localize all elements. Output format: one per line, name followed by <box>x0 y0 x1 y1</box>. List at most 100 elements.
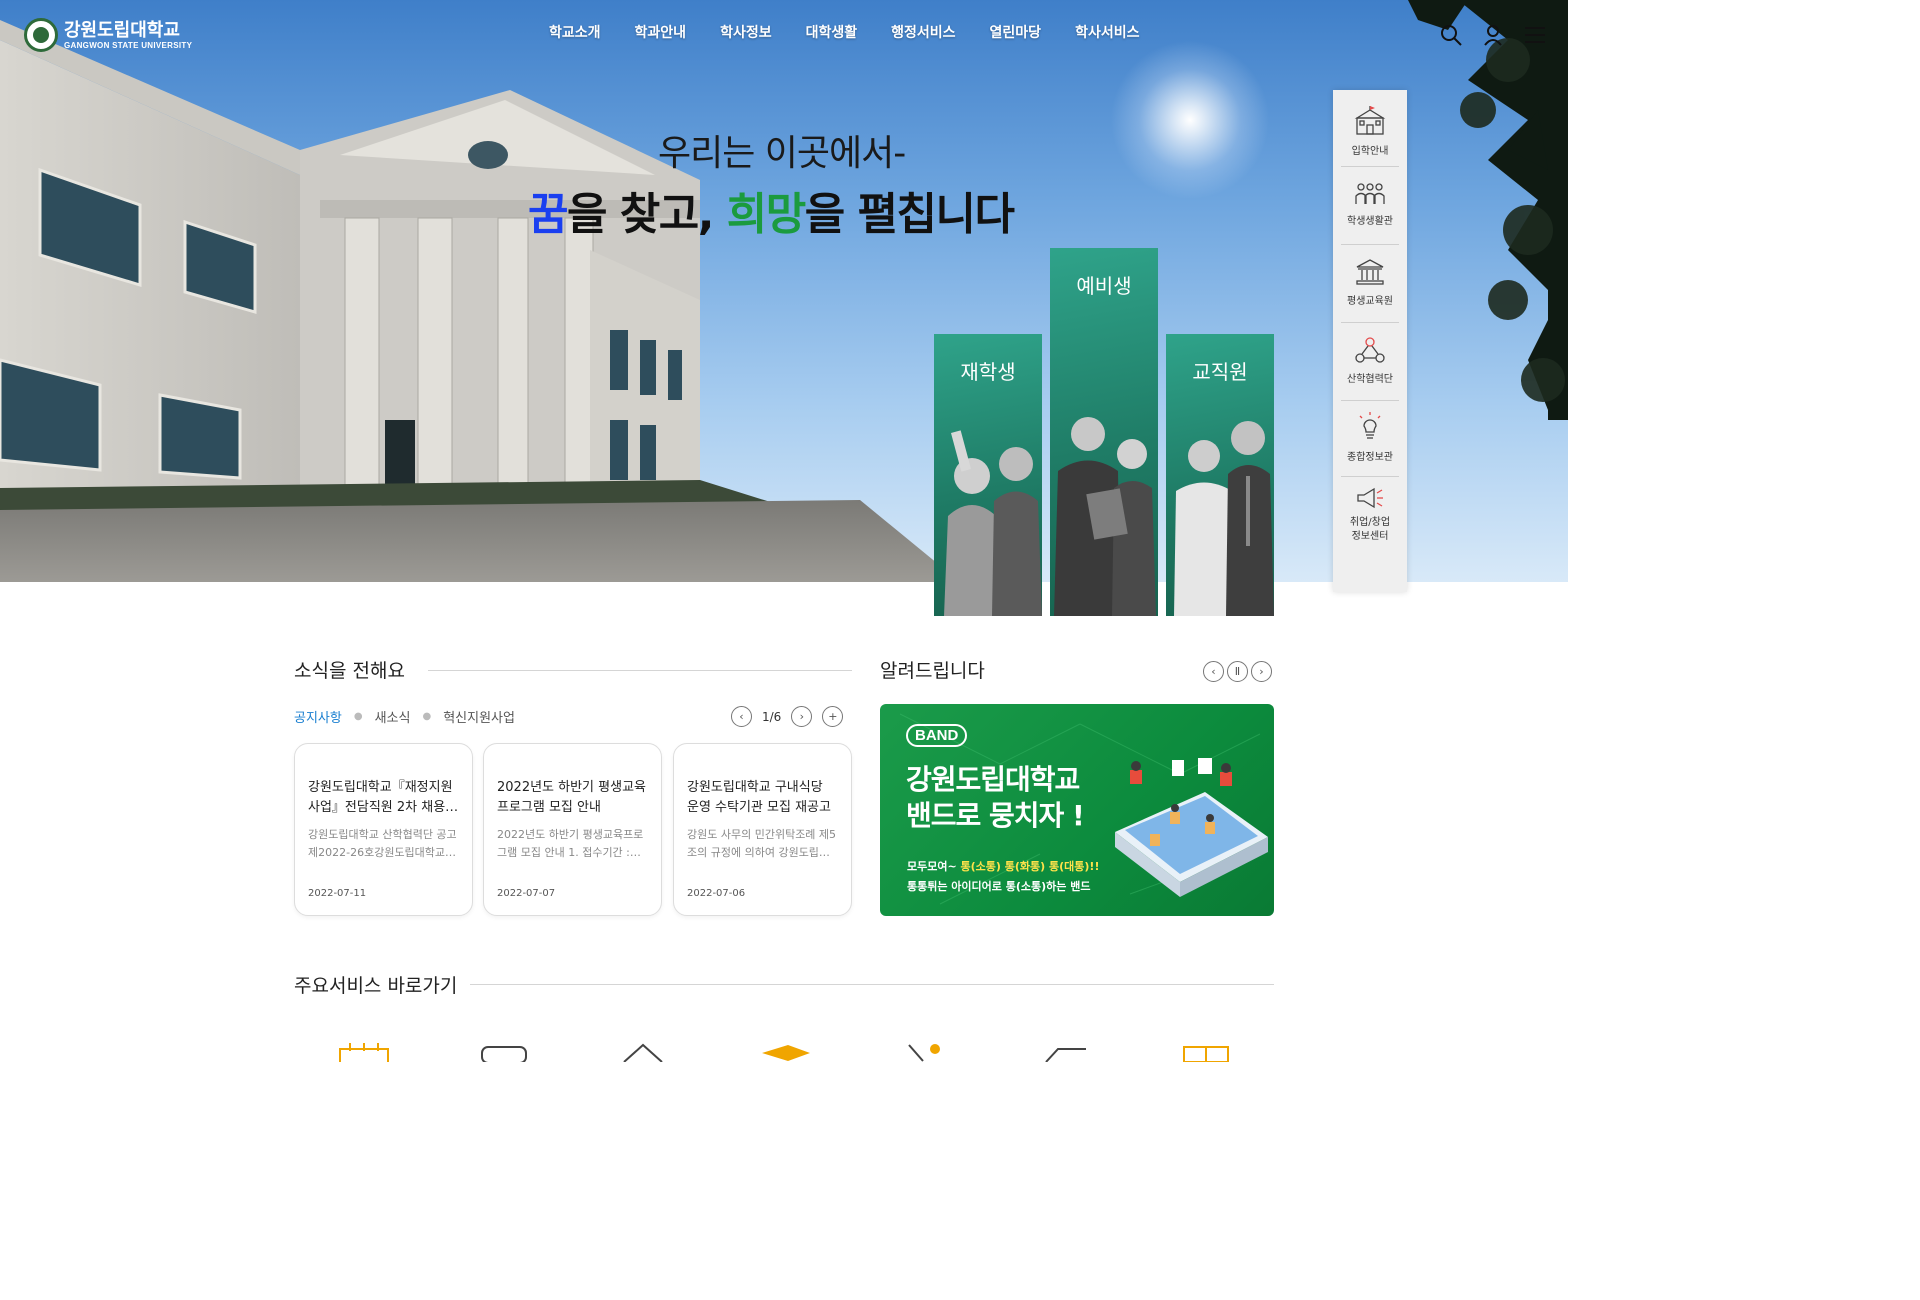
tab-notices[interactable]: 공지사항 <box>294 707 342 726</box>
slogan-keyword-hope: 희망 <box>726 189 806 240</box>
news-card-date: 2022-07-11 <box>308 888 367 899</box>
news-card-title: 2022년도 하반기 평생교육 프로그램 모집 안내 <box>497 780 646 815</box>
hero-slogan-line2: 꿈을 찾고, 희망을 펼칩니다 <box>528 178 1015 242</box>
service-icon-tools[interactable] <box>905 1043 945 1062</box>
banner-controls: ‹ Ⅱ › <box>1203 661 1272 682</box>
quick-label: 입학안내 <box>1351 146 1389 157</box>
divider <box>428 670 852 671</box>
tab-separator-dot: ● <box>353 711 363 722</box>
nav-item-open-forum[interactable]: 열린마당 <box>973 22 1059 42</box>
band-headline-line1: 강원도립대학교 <box>906 763 1080 796</box>
divider <box>1341 322 1399 323</box>
menu-icon[interactable] <box>1524 24 1546 46</box>
divider <box>1341 244 1399 245</box>
band-promo-banner[interactable]: BAND 강원도립대학교 밴드로 뭉치자 ! 모두모여~ 통(소통) 통(화통)… <box>880 704 1274 916</box>
tab-news[interactable]: 새소식 <box>375 707 411 726</box>
persona-faculty-staff[interactable]: 교직원 <box>1166 334 1274 616</box>
service-icon-tag[interactable] <box>1044 1043 1088 1062</box>
chevron-left-icon: ‹ <box>739 710 744 723</box>
network-icon <box>1355 337 1385 363</box>
band-headline: 강원도립대학교 밴드로 뭉치자 ! <box>906 762 1085 834</box>
banner-pause-button[interactable]: Ⅱ <box>1227 661 1248 682</box>
news-card-summary: 강원도립대학교 산학협력단 공고 제2022-26호강원도립대학교… <box>308 828 457 859</box>
logo-text-korean: 강원도립대학교 <box>64 19 180 41</box>
chevron-right-icon: › <box>799 710 805 723</box>
search-icon[interactable] <box>1440 24 1462 46</box>
news-card[interactable]: 강원도립대학교『재정지원사업』전담직원 2차 채용… 강원도립대학교 산학협력단… <box>294 743 473 916</box>
more-button[interactable]: + <box>822 706 844 727</box>
service-icon-graduation-cap[interactable] <box>760 1043 812 1062</box>
quick-label: 평생교육원 <box>1347 296 1393 307</box>
campus-building-image <box>0 20 960 582</box>
divider <box>1341 166 1399 167</box>
service-icon-book[interactable] <box>1182 1043 1230 1062</box>
band-headline-line2: 밴드로 뭉치자 ! <box>906 799 1085 832</box>
quick-label: 정보센터 <box>1351 531 1389 542</box>
news-card[interactable]: 강원도립대학교 구내식당 운영 수탁기관 모집 재공고(… 강원도 사무의 민간… <box>673 743 852 916</box>
lightbulb-icon <box>1359 412 1381 439</box>
slogan-part2: 을 펼칩니다 <box>804 189 1015 240</box>
band-subtext-2: 통통튀는 아이디어로 통(소통)하는 밴드 <box>907 880 1091 893</box>
next-button[interactable]: › <box>791 706 813 727</box>
nav-item-academic-info[interactable]: 학사정보 <box>703 22 789 42</box>
utility-menu <box>1440 24 1546 46</box>
news-card-date: 2022-07-06 <box>687 888 746 899</box>
banner-next-button[interactable]: › <box>1251 661 1272 682</box>
slogan-part1: 을 찾고, <box>566 189 727 240</box>
nav-item-campus-life[interactable]: 대학생활 <box>789 22 875 42</box>
tab-separator-dot: ● <box>422 711 432 722</box>
persona-prospective-students[interactable]: 예비생 <box>1050 248 1158 616</box>
quick-information-center[interactable]: 종합정보관 <box>1339 412 1401 463</box>
slogan-keyword-dream: 꿈 <box>528 189 568 240</box>
quick-label: 종합정보관 <box>1347 452 1393 463</box>
user-icon[interactable] <box>1482 24 1504 46</box>
news-card-summary: 2022년도 하반기 평생교육프로그램 모집 안내 1. 접수기간 :… <box>497 828 644 859</box>
prospective-students-photo <box>1054 417 1156 616</box>
service-icon-bus[interactable] <box>480 1043 528 1062</box>
nav-item-admin-services[interactable]: 행정서비스 <box>874 22 972 42</box>
news-tabs: 공지사항 ● 새소식 ● 혁신지원사업 <box>294 707 515 726</box>
news-pagination: ‹ 1/6 › + <box>731 706 844 727</box>
services-section-title: 주요서비스 바로가기 <box>294 975 458 997</box>
divider <box>1341 476 1399 477</box>
quick-label: 학생생활관 <box>1347 216 1393 227</box>
staff-photo <box>1174 421 1274 616</box>
quick-dormitory[interactable]: 학생생활관 <box>1339 182 1401 227</box>
chevron-right-icon: › <box>1259 665 1264 678</box>
dormitory-icon <box>1355 183 1385 204</box>
news-card-date: 2022-07-07 <box>497 888 556 899</box>
service-icon-calendar[interactable] <box>338 1043 390 1062</box>
service-icon-home[interactable] <box>622 1043 664 1062</box>
nav-item-departments[interactable]: 학과안내 <box>618 22 704 42</box>
plus-icon: + <box>828 710 838 723</box>
news-section-title: 소식을 전해요 <box>294 660 405 682</box>
quick-admission[interactable]: 입학안내 <box>1339 106 1401 157</box>
students-photo <box>944 430 1042 616</box>
news-card[interactable]: 2022년도 하반기 평생교육 프로그램 모집 안내 2022년도 하반기 평생… <box>483 743 662 916</box>
persona-label: 재학생 <box>960 360 1016 384</box>
tab-innovation-support[interactable]: 혁신지원사업 <box>443 707 515 726</box>
nav-item-about[interactable]: 학교소개 <box>532 22 618 42</box>
quick-industry-cooperation[interactable]: 산학협력단 <box>1339 336 1401 385</box>
persona-label: 예비생 <box>1076 274 1132 298</box>
nav-item-academic-services[interactable]: 학사서비스 <box>1058 22 1156 42</box>
quick-lifelong-education[interactable]: 평생교육원 <box>1339 258 1401 307</box>
isometric-book-illustration <box>1115 758 1268 897</box>
university-emblem-icon <box>24 18 58 52</box>
band-subtext-1a: 모두모여~ <box>907 860 961 873</box>
university-logo[interactable]: 강원도립대학교 GANGWON STATE UNIVERSITY <box>24 18 192 52</box>
news-card-summary: 강원도 사무의 민간위탁조례 제5조의 규정에 의하여 강원도립… <box>687 828 837 859</box>
band-subtext-1: 모두모여~ 통(소통) 통(화통) 통(대통)!! <box>907 858 1099 874</box>
persona-current-students[interactable]: 재학생 <box>934 334 1042 616</box>
quick-label: 취업/창업 <box>1349 517 1391 528</box>
hero-slogan-line1: 우리는 이곳에서- <box>658 133 906 174</box>
band-subtext-1b: 통(소통) 통(화통) 통(대통)!! <box>960 860 1100 873</box>
quick-menu: 입학안내 학생생활관 평생교육원 산학협력단 종합정보관 취업/창업 정보센터 <box>1333 90 1407 592</box>
banner-prev-button[interactable]: ‹ <box>1203 661 1224 682</box>
prev-button[interactable]: ‹ <box>731 706 752 727</box>
divider <box>470 984 1274 985</box>
quick-career-center[interactable]: 취업/창업 정보센터 <box>1339 486 1401 544</box>
chevron-left-icon: ‹ <box>1211 665 1216 678</box>
main-navigation: 학교소개 학과안내 학사정보 대학생활 행정서비스 열린마당 학사서비스 <box>532 22 1156 42</box>
news-card-title: 강원도립대학교『재정지원사업』전담직원 2차 채용… <box>308 780 459 815</box>
